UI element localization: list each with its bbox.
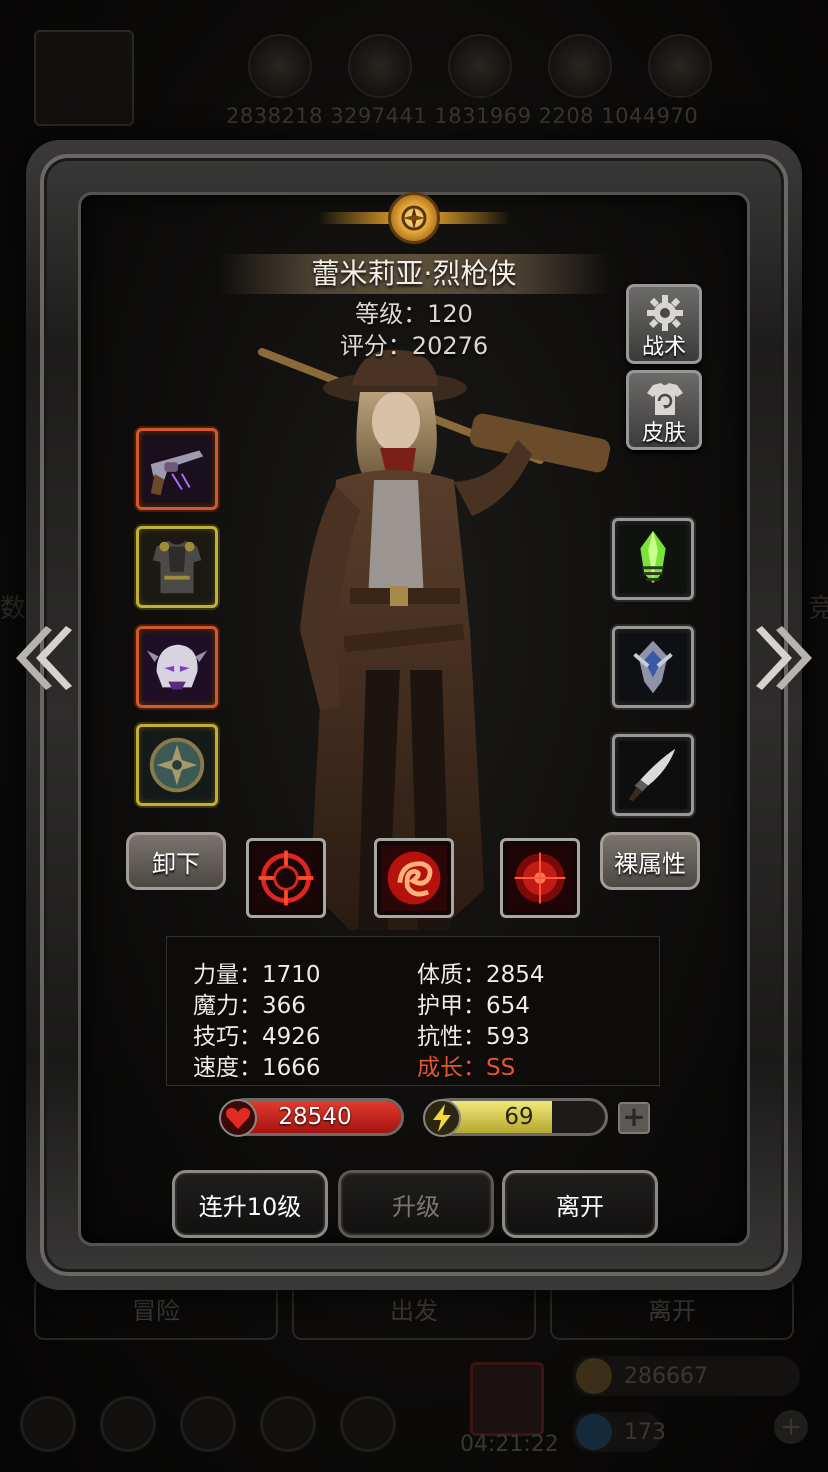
stat-strength: 力量：1710 [193, 962, 321, 988]
skill-slot-3[interactable] [500, 838, 580, 918]
equip-slot-badge[interactable] [612, 626, 694, 708]
tactics-button[interactable]: 战术 [626, 284, 702, 364]
gem-icon [576, 1414, 612, 1450]
emblem-icon [388, 192, 440, 244]
tactics-label: 战术 [641, 335, 686, 360]
resource-icon [248, 34, 312, 98]
target-burst-icon [507, 845, 573, 911]
skin-button[interactable]: 皮肤 [626, 370, 702, 450]
equip-slot-weapon[interactable] [136, 428, 218, 510]
heart-icon [219, 1099, 257, 1137]
stat-growth: 成长：SS [417, 1055, 516, 1081]
fire-swirl-icon [381, 845, 447, 911]
menu-round-icon [100, 1396, 156, 1452]
dagger-icon [619, 741, 687, 809]
gold-counter: 286667 [572, 1356, 800, 1396]
menu-round-icon [20, 1396, 76, 1452]
stat-magic: 魔力：366 [193, 993, 306, 1019]
base-attributes-button[interactable]: 裸属性 [600, 832, 700, 890]
resource-icon [648, 34, 712, 98]
gift-icon [470, 1362, 544, 1436]
stat-constitution: 体质：2854 [417, 962, 545, 988]
player-avatar [34, 30, 134, 126]
gem-amount: 173 [624, 1419, 666, 1445]
menu-round-icon [260, 1396, 316, 1452]
next-hero-arrow-icon[interactable] [754, 618, 818, 698]
equip-slot-armor[interactable] [136, 526, 218, 608]
menu-round-icon [340, 1396, 396, 1452]
add-gem-icon: + [774, 1410, 808, 1444]
equip-slot-crystal[interactable] [612, 518, 694, 600]
menu-round-icon [180, 1396, 236, 1452]
timer: 04:21:22 [460, 1432, 559, 1457]
revolver-icon [143, 435, 211, 503]
stat-armor: 护甲：654 [417, 993, 530, 1019]
armor-icon [143, 533, 211, 601]
stat-resistance: 抗性：593 [417, 1024, 530, 1050]
equip-slot-dagger[interactable] [612, 734, 694, 816]
leave-button[interactable]: 离开 [502, 1170, 658, 1238]
resource-icon [548, 34, 612, 98]
skin-label: 皮肤 [641, 421, 686, 446]
hero-level: 等级：120 [355, 300, 473, 328]
hero-score: 评分：20276 [339, 332, 489, 360]
gem-counter: 173 [572, 1412, 666, 1452]
hero-name: 蕾米莉亚·烈枪侠 [311, 257, 517, 290]
badge-icon [619, 633, 687, 701]
gold-amount: 286667 [624, 1363, 708, 1389]
gear-icon [647, 295, 683, 331]
resource-icon [348, 34, 412, 98]
level-up-10-button[interactable]: 连升10级 [172, 1170, 328, 1238]
skill-slot-2[interactable] [374, 838, 454, 918]
crosshair-ring-icon [253, 845, 319, 911]
shield-icon [143, 731, 211, 799]
add-energy-button[interactable]: + [618, 1102, 650, 1134]
unequip-button[interactable]: 卸下 [126, 832, 226, 890]
gold-coin-icon [576, 1358, 612, 1394]
level-up-button[interactable]: 升级 [338, 1170, 494, 1238]
resource-icon [448, 34, 512, 98]
stat-speed: 速度：1666 [193, 1055, 321, 1081]
skill-slot-1[interactable] [246, 838, 326, 918]
green-crystal-icon [619, 525, 687, 593]
equip-slot-helmet[interactable] [136, 626, 218, 708]
prev-hero-arrow-icon[interactable] [10, 618, 74, 698]
lightning-icon [423, 1099, 461, 1137]
equip-slot-shield[interactable] [136, 724, 218, 806]
stats-panel: 力量：1710 魔力：366 技巧：4926 速度：1666 体质：2854 护… [166, 936, 660, 1086]
shirt-swap-icon [647, 383, 683, 415]
helmet-icon [143, 633, 211, 701]
resource-values: 2838218 3297441 1831969 2208 1044970 [226, 104, 699, 128]
stat-skill: 技巧：4926 [193, 1024, 321, 1050]
